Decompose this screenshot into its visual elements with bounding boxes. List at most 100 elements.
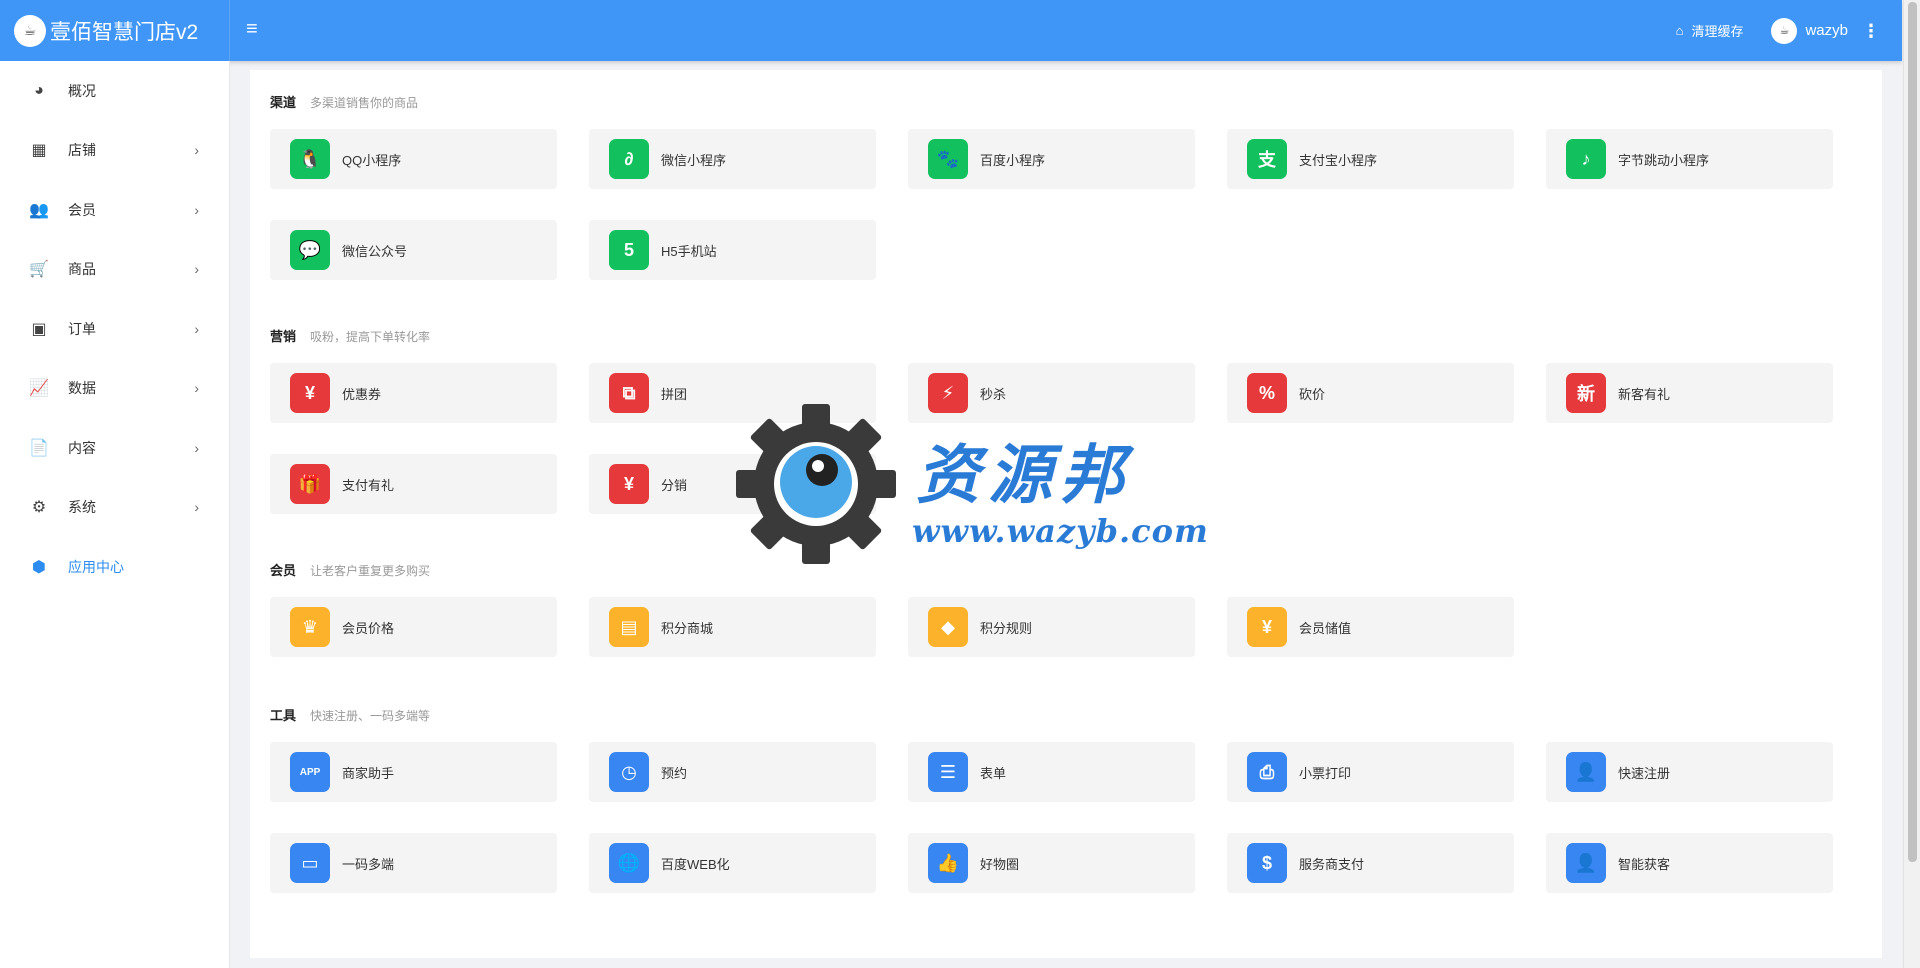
qq-icon: 🐧 <box>290 139 330 179</box>
sidebar-item-label: 会员 <box>68 201 96 218</box>
app-card-label: 服务商支付 <box>1299 856 1365 872</box>
brand[interactable]: ☕ 壹佰智慧门店v2 <box>0 0 230 61</box>
app-card-coupon[interactable]: ¥ 优惠券 <box>270 363 557 423</box>
globe-icon: 🌐 <box>609 843 649 883</box>
section-title: 会员 <box>270 563 297 578</box>
app-card-points-mall[interactable]: ▤ 积分商城 <box>589 597 876 657</box>
app-card-points-rules[interactable]: ◆ 积分规则 <box>908 597 1195 657</box>
top-header: ☕ 壹佰智慧门店v2 ≡ ⌂ 清理缓存 ☕ wazyb ⋮ <box>0 0 1902 61</box>
devices-icon: ▭ <box>290 843 330 883</box>
app-card-wechat-official[interactable]: 💬 微信公众号 <box>270 220 557 280</box>
sidebar-item-data[interactable]: 📈 数据 › <box>0 359 229 419</box>
clear-cache-button[interactable]: ⌂ 清理缓存 <box>1676 21 1744 40</box>
user-name: wazyb <box>1805 22 1848 39</box>
user-group-icon: 👤 <box>1566 843 1606 883</box>
app-card-provider-payment[interactable]: $ 服务商支付 <box>1227 833 1514 893</box>
app-card-label: 字节跳动小程序 <box>1618 152 1710 168</box>
section-subtitle: 快速注册、一码多端等 <box>310 709 431 723</box>
watermark-name: 资源邦 <box>916 438 1132 513</box>
app-card-label: 支付有礼 <box>342 477 395 493</box>
app-card-receipt-print[interactable]: ⎙ 小票打印 <box>1227 742 1514 802</box>
app-card-new-customer-gift[interactable]: 新 新客有礼 <box>1546 363 1833 423</box>
scrollbar-thumb[interactable] <box>1908 2 1917 862</box>
section-subtitle: 让老客户重复更多购买 <box>310 564 431 578</box>
app-card-alipay-miniprogram[interactable]: 支 支付宝小程序 <box>1227 129 1514 189</box>
sidebar-item-label: 内容 <box>68 439 96 456</box>
brand-logo-icon: ☕ <box>14 14 46 47</box>
sidebar-item-label: 店铺 <box>68 142 96 159</box>
app-card-good-circle[interactable]: 👍 好物圈 <box>908 833 1195 893</box>
form-icon: ☰ <box>928 752 968 792</box>
coupon-icon: ¥ <box>290 373 330 413</box>
section-title: 渠道 <box>270 95 297 110</box>
hamburger-icon[interactable]: ≡ <box>246 18 258 41</box>
app-card-payment-gift[interactable]: 🎁 支付有礼 <box>270 454 557 514</box>
app-card-label: 表单 <box>980 765 1007 781</box>
app-card-label: 百度WEB化 <box>661 856 730 872</box>
section-subtitle: 多渠道销售你的商品 <box>310 96 419 110</box>
app-card-baidu-miniprogram[interactable]: 🐾 百度小程序 <box>908 129 1195 189</box>
sidebar-item-app-center[interactable]: ⬢ 应用中心 <box>0 537 229 597</box>
payment-icon: $ <box>1247 843 1287 883</box>
sidebar-item-system[interactable]: ⚙ 系统 › <box>0 478 229 538</box>
group-buy-icon: ⧉ <box>609 373 649 413</box>
chevron-right-icon: › <box>194 499 199 516</box>
section-title: 工具 <box>270 708 297 723</box>
points-coin-icon: ◆ <box>928 607 968 647</box>
sidebar-item-content[interactable]: 📄 内容 › <box>0 418 229 478</box>
money-bag-icon: ¥ <box>609 464 649 504</box>
chevron-right-icon: › <box>194 320 199 337</box>
app-card-member-balance[interactable]: ¥ 会员储值 <box>1227 597 1514 657</box>
watermark: 资源邦 www.wazyb.com <box>736 404 1208 564</box>
app-card-bytedance-miniprogram[interactable]: ♪ 字节跳动小程序 <box>1546 129 1833 189</box>
more-vertical-icon[interactable]: ⋮ <box>1862 22 1880 40</box>
cube-icon: ⬢ <box>32 558 46 576</box>
sidebar-item-label: 概况 <box>68 82 96 99</box>
app-card-member-price[interactable]: ♛ 会员价格 <box>270 597 557 657</box>
sidebar: ◕ 概况 ▦ 店铺 › 👥 会员 › 🛒 商品 › ▣ 订单 › 📈 数据 › … <box>0 61 230 968</box>
app-card-form[interactable]: ☰ 表单 <box>908 742 1195 802</box>
gear-icon: ⚙ <box>31 499 47 517</box>
sidebar-item-orders[interactable]: ▣ 订单 › <box>0 299 229 359</box>
wallet-icon: ¥ <box>1247 607 1287 647</box>
header-actions: ⌂ 清理缓存 ☕ wazyb ⋮ <box>1676 0 1880 61</box>
scrollbar[interactable] <box>1903 0 1920 968</box>
app-card-label: 好物圈 <box>980 856 1020 872</box>
line-chart-icon: 📈 <box>29 380 49 398</box>
app-card-merchant-assistant[interactable]: APP 商家助手 <box>270 742 557 802</box>
app-card-label: 商家助手 <box>342 765 395 781</box>
basket-icon: ⌂ <box>1675 23 1684 38</box>
app-card-label: 砍价 <box>1299 386 1326 402</box>
app-card-label: 秒杀 <box>980 386 1007 402</box>
app-card-wechat-miniprogram[interactable]: ∂ 微信小程序 <box>589 129 876 189</box>
chevron-right-icon: › <box>194 439 199 456</box>
app-card-qq-miniprogram[interactable]: 🐧 QQ小程序 <box>270 129 557 189</box>
document-icon: 📄 <box>29 439 49 457</box>
gear-eye-logo-icon <box>736 404 896 564</box>
chevron-right-icon: › <box>194 261 199 278</box>
app-card-smart-acquisition[interactable]: 👤 智能获客 <box>1546 833 1833 893</box>
app-card-label: 积分商城 <box>661 620 714 636</box>
sidebar-item-member[interactable]: 👥 会员 › <box>0 180 229 240</box>
app-card-quick-register[interactable]: 👤 快速注册 <box>1546 742 1833 802</box>
sidebar-item-store[interactable]: ▦ 店铺 › <box>0 121 229 181</box>
sidebar-item-label: 商品 <box>68 261 96 278</box>
clear-cache-label: 清理缓存 <box>1691 24 1744 39</box>
thumbs-up-icon: 👍 <box>928 843 968 883</box>
app-card-multi-terminal[interactable]: ▭ 一码多端 <box>270 833 557 893</box>
sidebar-item-goods[interactable]: 🛒 商品 › <box>0 240 229 300</box>
app-card-appointment[interactable]: ◷ 预约 <box>589 742 876 802</box>
app-card-h5-site[interactable]: 5 H5手机站 <box>589 220 876 280</box>
sidebar-item-overview[interactable]: ◕ 概况 <box>0 61 229 121</box>
app-card-bargain[interactable]: % 砍价 <box>1227 363 1514 423</box>
wechat-miniprogram-icon: ∂ <box>609 139 649 179</box>
gift-icon: 🎁 <box>290 464 330 504</box>
user-menu[interactable]: ☕ wazyb ⋮ <box>1771 17 1880 44</box>
dashboard-icon: ◕ <box>34 81 44 99</box>
app-card-label: 分销 <box>661 477 688 493</box>
app-card-label: H5手机站 <box>661 243 717 259</box>
app-card-label: 会员价格 <box>342 620 395 636</box>
app-card-baidu-web[interactable]: 🌐 百度WEB化 <box>589 833 876 893</box>
app-card-label: 微信小程序 <box>661 152 727 168</box>
section-header-channels: 渠道 多渠道销售你的商品 <box>270 92 418 111</box>
